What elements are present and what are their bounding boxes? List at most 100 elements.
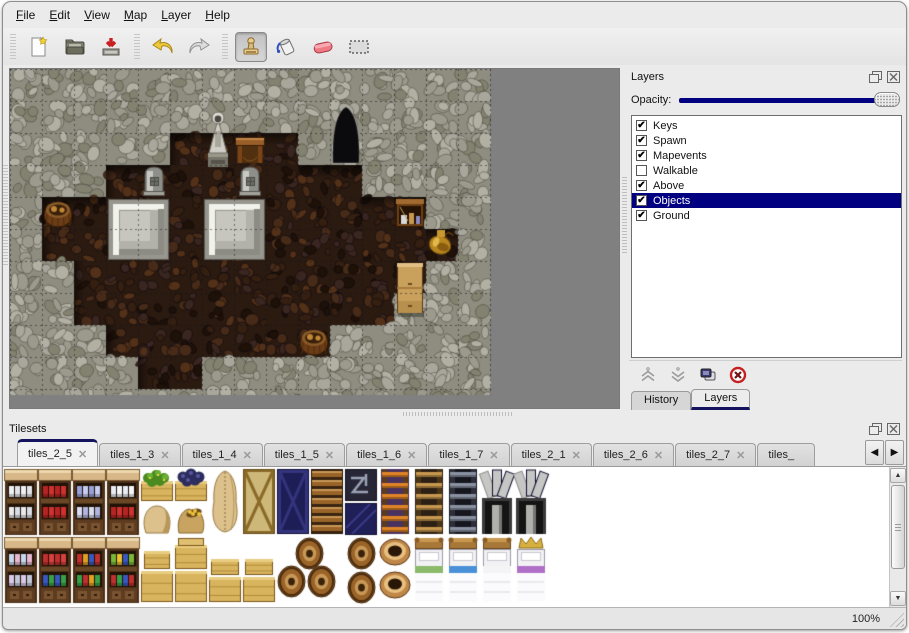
close-tab-icon[interactable]: ✕ [654, 449, 663, 462]
layer-name: Walkable [653, 165, 698, 177]
raise-layer-icon [639, 366, 657, 384]
scroll-up-button[interactable]: ▲ [890, 468, 906, 483]
tileset-tab-tiles_2_5[interactable]: tiles_2_5 ✕ [17, 439, 98, 466]
close-tab-icon[interactable]: ✕ [489, 449, 498, 462]
layer-visibility-checkbox[interactable]: ✔ [636, 135, 647, 146]
save-icon [99, 35, 123, 59]
layer-name: Objects [653, 195, 690, 207]
layer-row-above[interactable]: ✔ Above [632, 178, 901, 193]
layer-visibility-checkbox[interactable]: ✔ [636, 195, 647, 206]
tileset-tab-tiles_2_7[interactable]: tiles_2_7✕ [675, 443, 756, 466]
select-tool-icon [346, 35, 372, 59]
map-viewport [9, 68, 620, 409]
close-tab-icon[interactable]: ✕ [243, 449, 252, 462]
tileset-scrollbar[interactable]: ▲ ▼ [889, 467, 906, 607]
tileset-tab-label: tiles_ [768, 449, 794, 461]
scrollbar-thumb[interactable] [891, 485, 905, 569]
close-tab-icon[interactable]: ✕ [78, 448, 87, 461]
delete-layer-button[interactable] [727, 364, 749, 386]
tileset-tab-tiles[interactable]: tiles_ [757, 443, 815, 466]
new-file-icon [27, 35, 51, 59]
fill-tool-icon [274, 35, 300, 59]
layer-row-mapevents[interactable]: ✔Mapevents [632, 148, 901, 163]
raise-layer-button[interactable] [637, 364, 659, 386]
close-tab-icon[interactable]: ✕ [325, 449, 334, 462]
float-tilesets-button[interactable] [868, 423, 882, 436]
scroll-tabs-right-button[interactable]: ▶ [885, 440, 904, 465]
layer-visibility-checkbox[interactable] [636, 165, 647, 176]
close-tab-icon[interactable]: ✕ [736, 449, 745, 462]
toolbar [3, 28, 906, 65]
stamp-tool-icon [239, 35, 263, 59]
close-tab-icon[interactable]: ✕ [160, 449, 169, 462]
opacity-slider-handle[interactable] [874, 92, 900, 107]
tileset-tab-tiles_1_6[interactable]: tiles_1_6✕ [346, 443, 427, 466]
tileset-tab-tiles_2_6[interactable]: tiles_2_6✕ [593, 443, 674, 466]
menu-edit[interactable]: Edit [42, 5, 77, 25]
main-area: Layers Opacity: [3, 65, 906, 410]
tilesets-panel: Tilesets tiles_2_5✕tiles_1_3✕tiles_1_4✕t… [3, 418, 906, 607]
menu-view[interactable]: View [77, 5, 117, 25]
opacity-slider[interactable] [679, 92, 900, 108]
float-icon [869, 423, 882, 435]
eraser-tool-button[interactable] [307, 32, 339, 62]
duplicate-layer-button[interactable] [697, 364, 719, 386]
dock-tab-history[interactable]: History [631, 391, 691, 410]
horizontal-splitter-grip[interactable] [403, 412, 513, 416]
tileset-tab-tiles_1_7[interactable]: tiles_1_7 ✕ [428, 443, 509, 466]
layer-visibility-checkbox[interactable]: ✔ [636, 120, 647, 131]
tileset-tab-label: tiles_2_5 [28, 448, 72, 460]
float-panel-button[interactable] [868, 71, 882, 84]
map-canvas[interactable] [10, 69, 619, 408]
tileset-tab-tiles_1_4[interactable]: tiles_1_4✕ [182, 443, 263, 466]
tileset-tab-tiles_1_5[interactable]: tiles_1_5 ✕ [264, 443, 345, 466]
scroll-tabs-left-button[interactable]: ◀ [865, 440, 884, 465]
window-resize-grip[interactable] [889, 612, 904, 627]
menu-file[interactable]: File [9, 5, 42, 25]
toolbar-grip[interactable] [10, 34, 16, 60]
layer-row-spawn[interactable]: ✔Spawn [632, 133, 901, 148]
vertical-splitter[interactable] [620, 65, 629, 410]
menu-help[interactable]: Help [198, 5, 237, 25]
select-tool-button[interactable] [343, 32, 375, 62]
layer-visibility-checkbox[interactable]: ✔ [636, 150, 647, 161]
menu-layer[interactable]: Layer [154, 5, 198, 25]
tileset-canvas[interactable] [3, 467, 871, 606]
stamp-tool-button[interactable] [235, 32, 267, 62]
layer-row-ground[interactable]: ✔Ground [632, 208, 901, 223]
opacity-slider-track[interactable] [679, 98, 896, 103]
close-tab-icon[interactable]: ✕ [572, 449, 581, 462]
close-tab-icon[interactable]: ✕ [407, 449, 416, 462]
tileset-tab-tiles_2_1[interactable]: tiles_2_1✕ [511, 443, 592, 466]
close-icon [887, 71, 900, 83]
save-button[interactable] [95, 32, 127, 62]
close-panel-button[interactable] [886, 71, 900, 84]
horizontal-splitter[interactable] [3, 410, 906, 418]
layer-row-walkable[interactable]: Walkable [632, 163, 901, 178]
vertical-splitter-grip[interactable] [622, 177, 627, 255]
tileset-tab-tiles_1_3[interactable]: tiles_1_3✕ [99, 443, 180, 466]
dock-tab-layers[interactable]: Layers [691, 389, 750, 410]
undo-button[interactable] [147, 32, 179, 62]
tileset-tab-label: tiles_1_7 [439, 449, 483, 461]
scroll-down-button[interactable]: ▼ [890, 591, 906, 606]
tileset-tab-label: tiles_1_5 [275, 449, 319, 461]
open-file-button[interactable] [59, 32, 91, 62]
tilesets-titlebar: Tilesets [3, 418, 906, 440]
tileset-body: ▲ ▼ [3, 467, 906, 607]
redo-button[interactable] [183, 32, 215, 62]
layer-row-objects[interactable]: ✔ Objects [632, 193, 901, 208]
new-file-button[interactable] [23, 32, 55, 62]
left-dock-grip[interactable] [3, 165, 8, 265]
toolbar-separator [134, 34, 140, 60]
duplicate-layer-icon [699, 366, 717, 384]
layer-name: Above [653, 180, 684, 192]
layers-panel: Layers Opacity: [629, 65, 906, 410]
close-tilesets-button[interactable] [886, 423, 900, 436]
fill-tool-button[interactable] [271, 32, 303, 62]
menu-map[interactable]: Map [117, 5, 154, 25]
layer-visibility-checkbox[interactable]: ✔ [636, 180, 647, 191]
lower-layer-button[interactable] [667, 364, 689, 386]
layer-visibility-checkbox[interactable]: ✔ [636, 210, 647, 221]
layer-row-keys[interactable]: ✔Keys [632, 118, 901, 133]
